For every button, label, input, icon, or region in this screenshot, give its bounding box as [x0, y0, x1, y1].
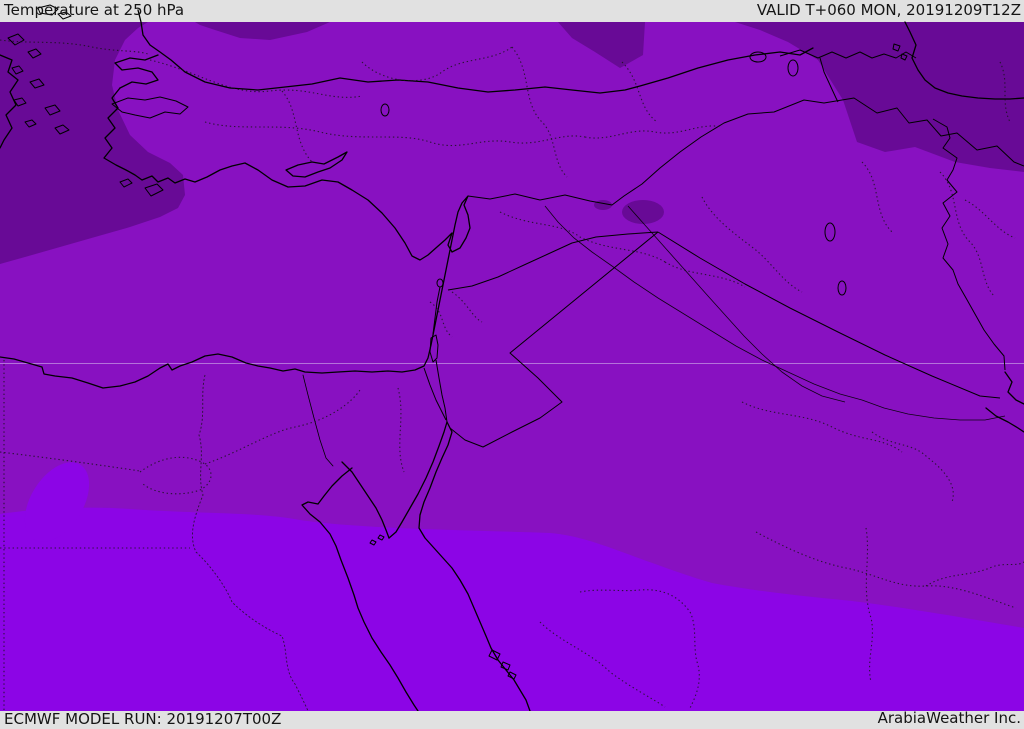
coldest-spot-1	[622, 200, 664, 224]
valid-time-label: VALID T+060 MON, 20191209T12Z	[756, 1, 1021, 19]
temperature-bands	[0, 22, 1024, 711]
page-title: Temperature at 250 hPa	[4, 1, 185, 19]
credit-label: ArabiaWeather Inc.	[877, 709, 1021, 727]
model-run-label: ECMWF MODEL RUN: 20191207T00Z	[4, 710, 282, 728]
weather-map	[0, 0, 1024, 729]
